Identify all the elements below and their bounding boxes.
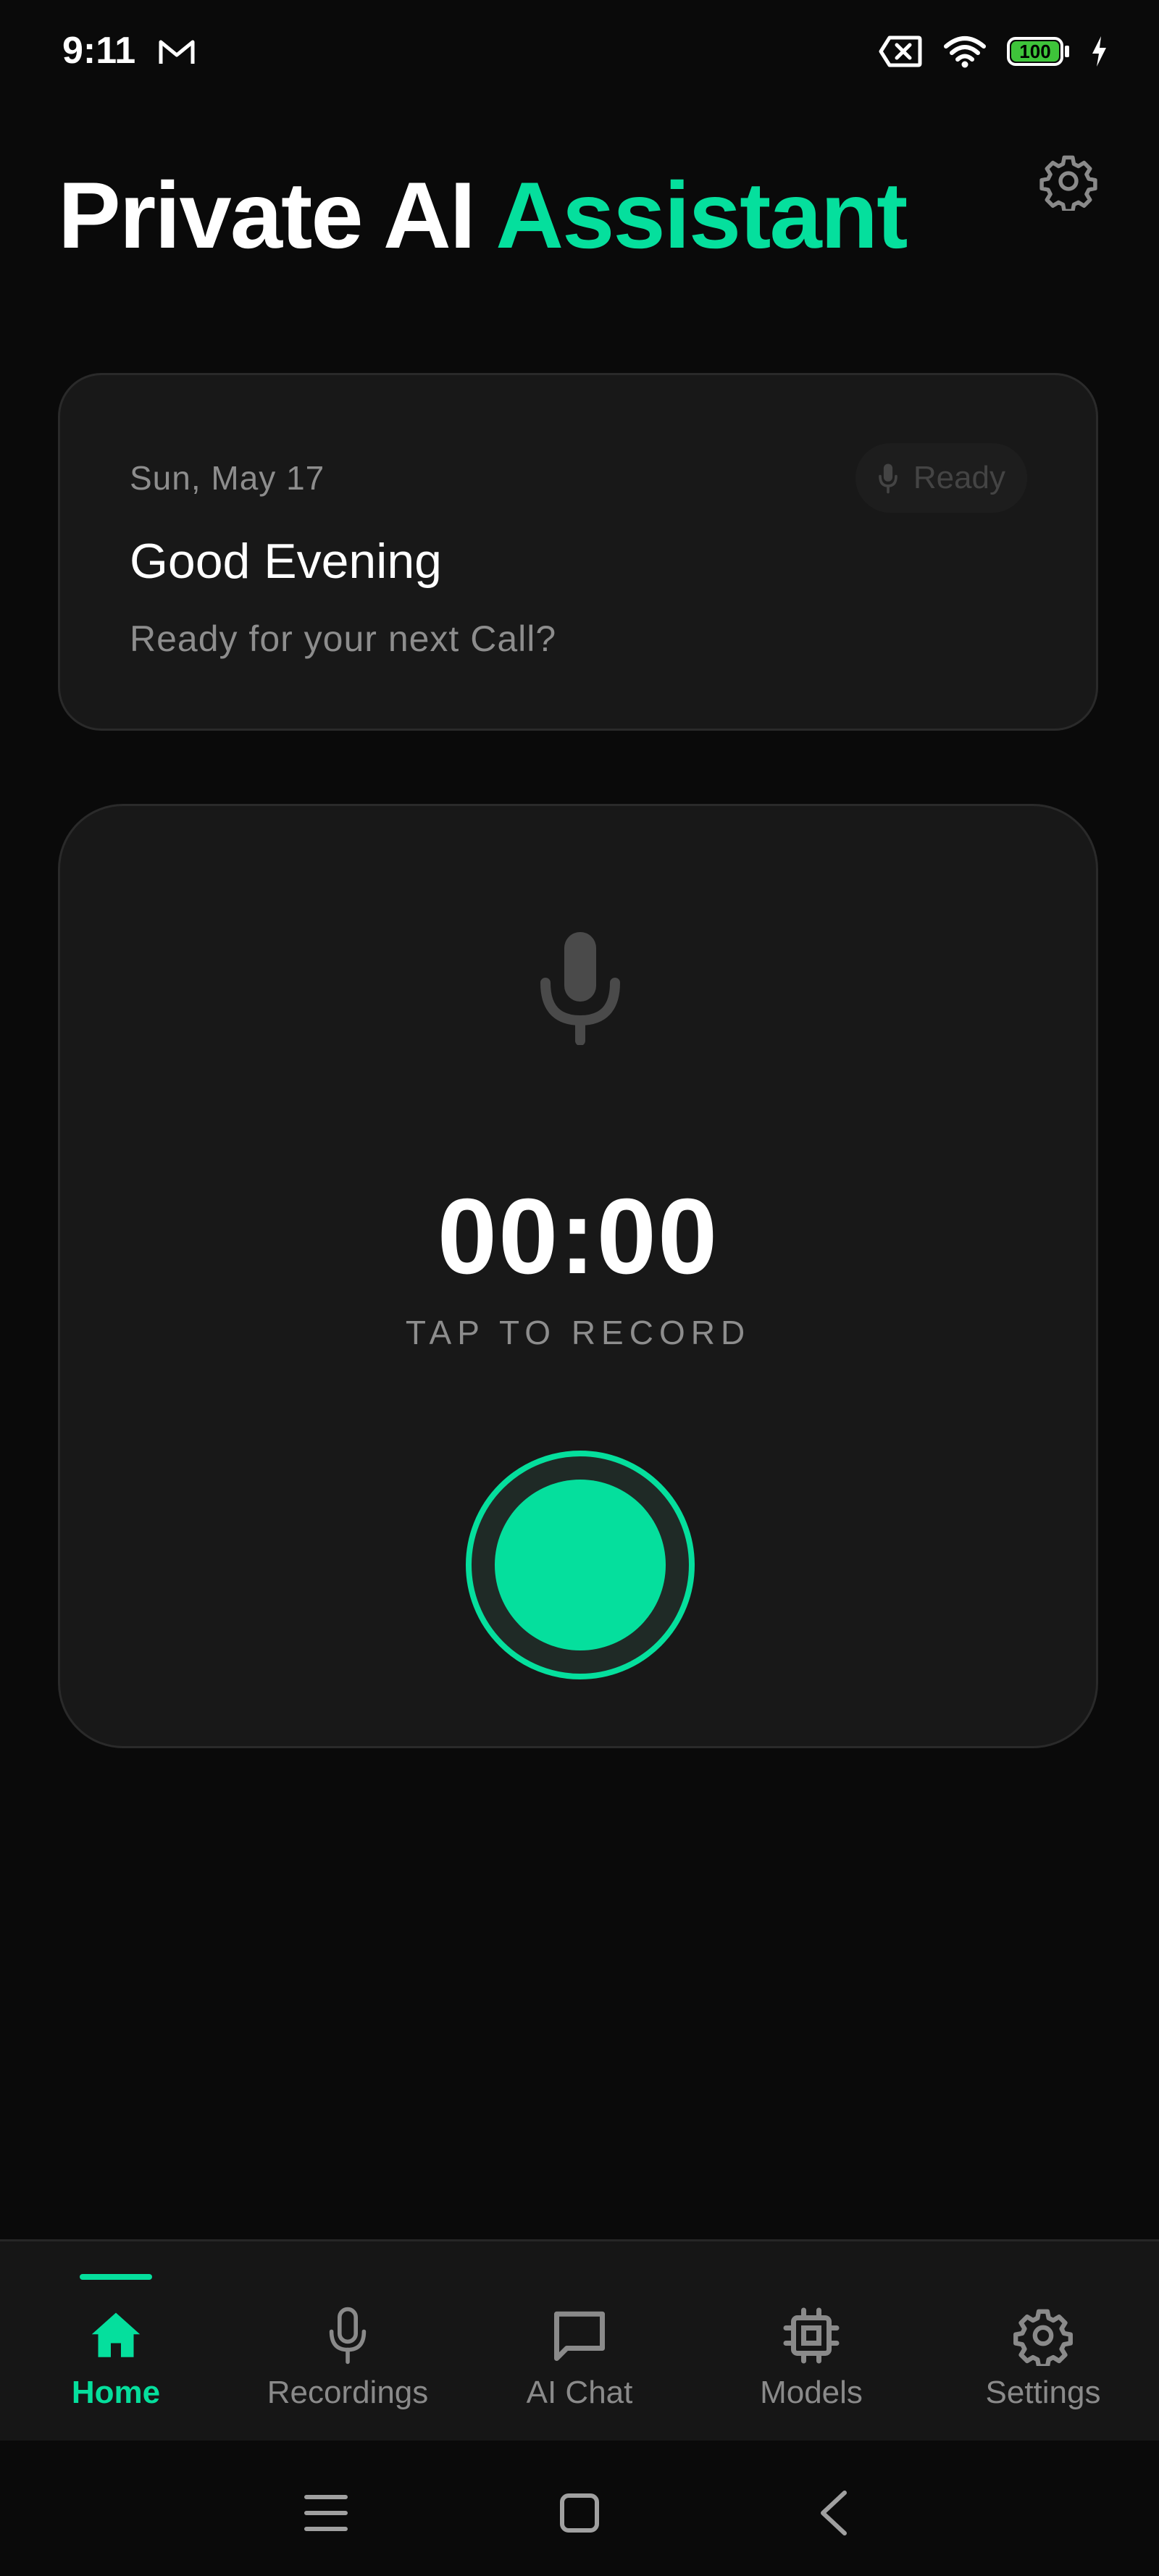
chat-icon: [554, 2311, 605, 2361]
gear-icon: [1013, 2309, 1073, 2366]
tap-to-record-label: TAP TO RECORD: [405, 1314, 751, 1351]
chevron-left-icon: [821, 2491, 847, 2535]
system-nav: [0, 2441, 1159, 2576]
mic-icon: [329, 2307, 367, 2365]
menu-icon: [304, 2495, 348, 2531]
battery-level: 100: [1019, 41, 1051, 62]
nav-label-settings: Settings: [985, 2375, 1101, 2410]
app-title: Private AI Assistant: [58, 161, 908, 269]
square-icon: [560, 2493, 599, 2533]
home-button[interactable]: [543, 2477, 616, 2549]
nav-item-recordings[interactable]: Recordings: [232, 2241, 464, 2443]
nav-label-models: Models: [760, 2375, 863, 2410]
app-title-accent: Assistant: [495, 162, 908, 268]
greeting-card: Sun, May 17 Good Evening Ready for your …: [58, 373, 1098, 731]
header-settings-button[interactable]: [1036, 148, 1101, 214]
charging-icon: [1092, 36, 1106, 67]
status-icons: 100: [878, 35, 1108, 68]
ready-badge: Ready: [855, 443, 1027, 513]
nav-item-settings[interactable]: Settings: [927, 2241, 1159, 2443]
gear-icon: [1039, 155, 1097, 211]
record-button-dot: [495, 1480, 666, 1650]
record-button[interactable]: [466, 1451, 695, 1679]
greeting-subtitle: Ready for your next Call?: [130, 618, 557, 659]
mic-icon: [540, 932, 620, 1045]
nav-item-ai-chat[interactable]: AI Chat: [464, 2241, 695, 2443]
recents-button[interactable]: [290, 2477, 362, 2549]
chip-icon: [783, 2307, 840, 2364]
bottom-nav: Home Recordings AI Chat Models Settings: [0, 2239, 1159, 2441]
recorder-card: 00:00 TAP TO RECORD: [58, 804, 1098, 1748]
back-button[interactable]: [797, 2477, 869, 2549]
active-indicator: [80, 2274, 152, 2280]
app-title-main: Private AI: [58, 162, 476, 268]
mic-icon: [878, 463, 898, 494]
nav-item-home[interactable]: Home: [0, 2241, 232, 2443]
ready-badge-label: Ready: [913, 460, 1005, 495]
nav-label-recordings: Recordings: [267, 2375, 429, 2410]
greeting-title: Good Evening: [130, 534, 442, 589]
nav-label-ai-chat: AI Chat: [526, 2375, 633, 2410]
nav-item-models[interactable]: Models: [695, 2241, 927, 2443]
greeting-date: Sun, May 17: [130, 459, 325, 497]
wifi-icon: [944, 36, 986, 68]
gmail-icon: [159, 40, 195, 64]
battery-icon: 100: [1007, 37, 1069, 66]
screen: 9:11 100 Private AI Assistant Sun, May 1…: [0, 0, 1159, 2576]
status-bar: 9:11 100: [0, 0, 1159, 109]
recording-timer: 00:00: [437, 1177, 719, 1296]
nav-label-home: Home: [71, 2375, 161, 2410]
home-icon: [91, 2312, 141, 2357]
status-time: 9:11: [62, 30, 136, 72]
sim-off-icon: [879, 35, 922, 67]
